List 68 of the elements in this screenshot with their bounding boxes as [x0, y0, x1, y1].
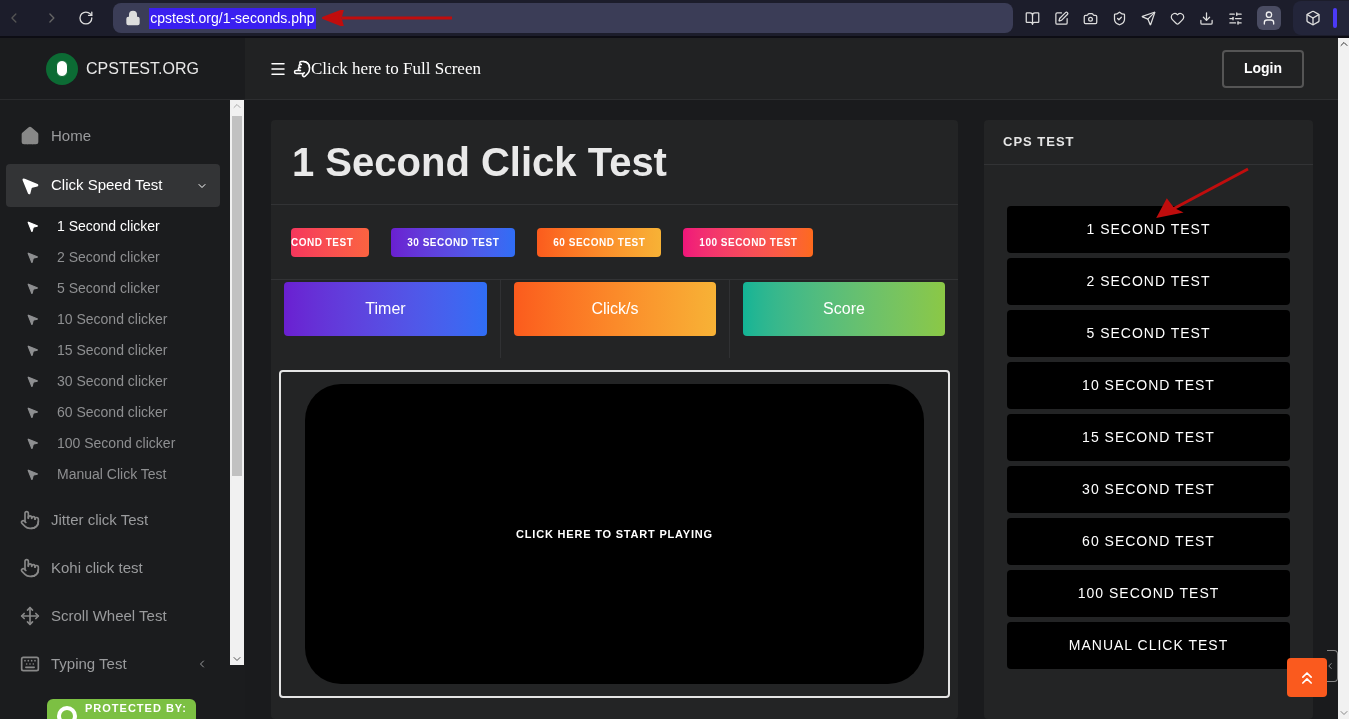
test-link-button[interactable]: 15 SECOND TEST	[1007, 414, 1290, 461]
submenu-item[interactable]: 1 Second clicker	[6, 211, 220, 242]
click-area[interactable]: CLICK HERE TO START PLAYING	[305, 384, 924, 684]
cursor-icon	[26, 251, 39, 264]
test-link-button[interactable]: 30 SECOND TEST	[1007, 466, 1290, 513]
sidebar-item[interactable]: Jitter click Test	[6, 496, 220, 544]
cursor-icon	[26, 375, 39, 388]
test-link-button[interactable]: 60 SECOND TEST	[1007, 518, 1290, 565]
test-link-button[interactable]: MANUAL CLICK TEST	[1007, 622, 1290, 669]
test-link-button[interactable]: 1 SECOND TEST	[1007, 206, 1290, 253]
stat-tile: Click/s	[514, 282, 716, 336]
url-text: cpstest.org/1-seconds.php	[149, 7, 316, 29]
address-bar[interactable]: cpstest.org/1-seconds.php	[113, 3, 1013, 33]
cursor-icon	[26, 406, 39, 419]
stat-tile: Timer	[284, 282, 487, 336]
test-button[interactable]: 30 SECOND TEST	[391, 227, 516, 257]
submenu-item[interactable]: 100 Second clicker	[6, 428, 220, 459]
download-icon[interactable]	[1199, 10, 1214, 26]
cube-icon[interactable]	[1305, 10, 1321, 26]
submenu-item[interactable]: 30 Second clicker	[6, 366, 220, 397]
submenu-item[interactable]: 60 Second clicker	[6, 397, 220, 428]
cursor-icon	[26, 344, 39, 357]
cursor-icon	[26, 313, 39, 326]
submenu-item[interactable]: 2 Second clicker	[6, 242, 220, 273]
stat-tile: Score	[743, 282, 945, 336]
sidebar-item[interactable]: Scroll Wheel Test	[6, 592, 220, 640]
test-link-button[interactable]: 2 SECOND TEST	[1007, 258, 1290, 305]
hand-icon	[20, 510, 40, 530]
hand-icon	[20, 558, 40, 578]
full-screen-link[interactable]: Click here to Full Screen	[293, 55, 481, 82]
login-button[interactable]: Login	[1222, 49, 1304, 88]
sidebar-item[interactable]: Kohi click test	[6, 544, 220, 592]
submenu-item[interactable]: 10 Second clicker	[6, 304, 220, 335]
submenu-item[interactable]: 15 Second clicker	[6, 335, 220, 366]
page-scrollbar[interactable]	[1338, 38, 1349, 719]
edit-icon[interactable]	[1054, 10, 1069, 26]
reload-icon[interactable]	[77, 10, 94, 26]
page-title: 1 Second Click Test	[271, 120, 958, 205]
cursor-icon	[26, 282, 39, 295]
cursor-icon	[26, 437, 39, 450]
logo-icon	[46, 52, 78, 85]
cursor-icon	[26, 468, 39, 481]
home-icon	[20, 126, 40, 146]
book-icon[interactable]	[1025, 10, 1040, 26]
cursor-icon	[26, 220, 39, 233]
logo-text[interactable]: CPSTEST.ORG	[86, 56, 199, 81]
camera-icon[interactable]	[1083, 10, 1098, 26]
heart-icon[interactable]	[1170, 10, 1185, 26]
protected-badge-text: PROTECTED BY:	[85, 701, 188, 716]
sidebar-item[interactable]: Click Speed Test	[6, 164, 220, 207]
test-link-button[interactable]: 100 SECOND TEST	[1007, 570, 1290, 617]
sidebar-item[interactable]: Typing Test	[6, 640, 220, 688]
test-button[interactable]: COND TEST	[291, 227, 370, 257]
submenu-item[interactable]: Manual Click Test	[6, 459, 220, 490]
side-card-title: CPS TEST	[984, 120, 1313, 165]
move-icon	[20, 606, 40, 626]
keyboard-icon	[20, 654, 40, 674]
send-icon[interactable]	[1141, 10, 1156, 26]
lock-icon	[125, 10, 142, 26]
submenu-item[interactable]: 5 Second clicker	[6, 273, 220, 304]
hand-icon	[293, 59, 311, 78]
sliders-icon[interactable]	[1228, 10, 1243, 26]
profile-icon[interactable]	[1261, 10, 1277, 26]
test-button[interactable]: 100 SECOND TEST	[683, 227, 814, 257]
shield-icon[interactable]	[1112, 10, 1127, 26]
test-link-button[interactable]: 5 SECOND TEST	[1007, 310, 1290, 357]
test-link-button[interactable]: 10 SECOND TEST	[1007, 362, 1290, 409]
sidebar-item[interactable]: Home	[6, 112, 220, 160]
